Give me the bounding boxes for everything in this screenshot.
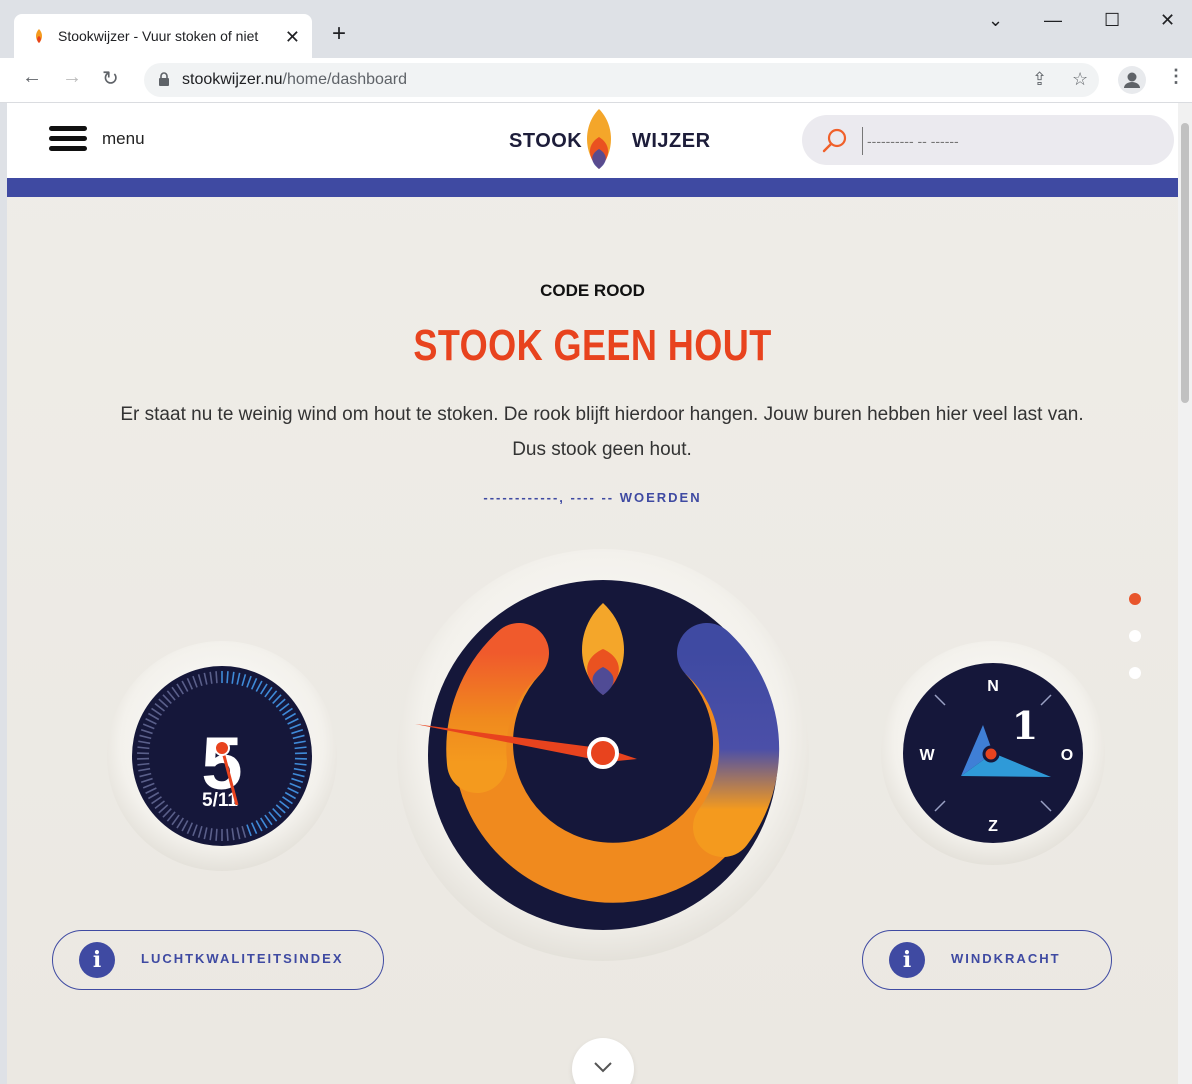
url-text: stookwijzer.nu/home/dashboard xyxy=(182,71,407,89)
forward-icon[interactable]: → xyxy=(62,66,82,89)
browser-toolbar: ← → ↻ stookwijzer.nu/home/dashboard ⇪ ☆ … xyxy=(0,58,1192,103)
lock-icon xyxy=(159,72,169,86)
compass-west: W xyxy=(919,747,935,764)
new-tab-icon[interactable]: + xyxy=(332,20,346,48)
stook-main-gauge xyxy=(397,549,809,961)
air-quality-info-label: LUCHTKWALITEITSINDEX xyxy=(141,951,344,966)
pagination-dot-1[interactable] xyxy=(1129,593,1141,605)
wind-compass-gauge: N O Z W 1 xyxy=(881,641,1105,865)
stookwijzer-favicon xyxy=(36,29,42,43)
maximize-icon[interactable]: ☐ xyxy=(1104,10,1120,31)
compass-east: O xyxy=(1061,747,1073,764)
compass-north: N xyxy=(987,678,999,695)
wind-info-label: WINDKRACHT xyxy=(951,951,1061,966)
air-quality-tick xyxy=(215,828,218,841)
minimize-icon[interactable]: — xyxy=(1044,10,1062,31)
pagination-dot-2[interactable] xyxy=(1129,630,1141,642)
info-icon: i xyxy=(889,942,925,978)
tab-search-icon[interactable]: ⌄ xyxy=(988,10,1003,31)
share-icon[interactable]: ⇪ xyxy=(1032,69,1047,90)
url-path: /home/dashboard xyxy=(282,71,408,88)
window-close-icon[interactable]: ✕ xyxy=(1160,10,1175,31)
back-icon[interactable]: ← xyxy=(22,66,42,89)
compass-south: Z xyxy=(988,818,998,835)
browser-menu-icon[interactable]: ⋮ xyxy=(1167,66,1185,87)
bookmark-star-icon[interactable]: ☆ xyxy=(1072,69,1088,90)
air-quality-tick xyxy=(226,828,229,841)
air-quality-tick xyxy=(215,671,218,684)
url-host: stookwijzer.nu xyxy=(182,71,283,88)
profile-avatar-icon[interactable] xyxy=(1118,66,1146,94)
browser-tabstrip: Stookwijzer - Vuur stoken of niet ✕ + ⌄ … xyxy=(0,0,1192,58)
page-scrollbar[interactable] xyxy=(1178,103,1192,1084)
info-icon: i xyxy=(79,942,115,978)
chevron-down-icon xyxy=(593,1060,613,1078)
browser-tab[interactable]: Stookwijzer - Vuur stoken of niet ✕ xyxy=(14,14,312,58)
wind-force-value: 1 xyxy=(1012,703,1038,748)
page-content: menu STOOK WIJZER CODE ROOD STOOK GEEN H… xyxy=(7,103,1178,1084)
pagination-dot-3[interactable] xyxy=(1129,667,1141,679)
scrollbar-thumb[interactable] xyxy=(1181,123,1189,403)
tab-title: Stookwijzer - Vuur stoken of niet xyxy=(58,28,259,44)
air-quality-tick xyxy=(226,671,229,684)
air-quality-gauge: 5 5/11 xyxy=(107,641,337,871)
address-bar[interactable]: stookwijzer.nu/home/dashboard ⇪ ☆ xyxy=(144,63,1099,97)
reload-icon[interactable]: ↻ xyxy=(102,66,119,91)
tab-close-icon[interactable]: ✕ xyxy=(285,27,300,48)
wind-info-button[interactable]: i WINDKRACHT xyxy=(862,930,1112,990)
air-quality-info-button[interactable]: i LUCHTKWALITEITSINDEX xyxy=(52,930,384,990)
